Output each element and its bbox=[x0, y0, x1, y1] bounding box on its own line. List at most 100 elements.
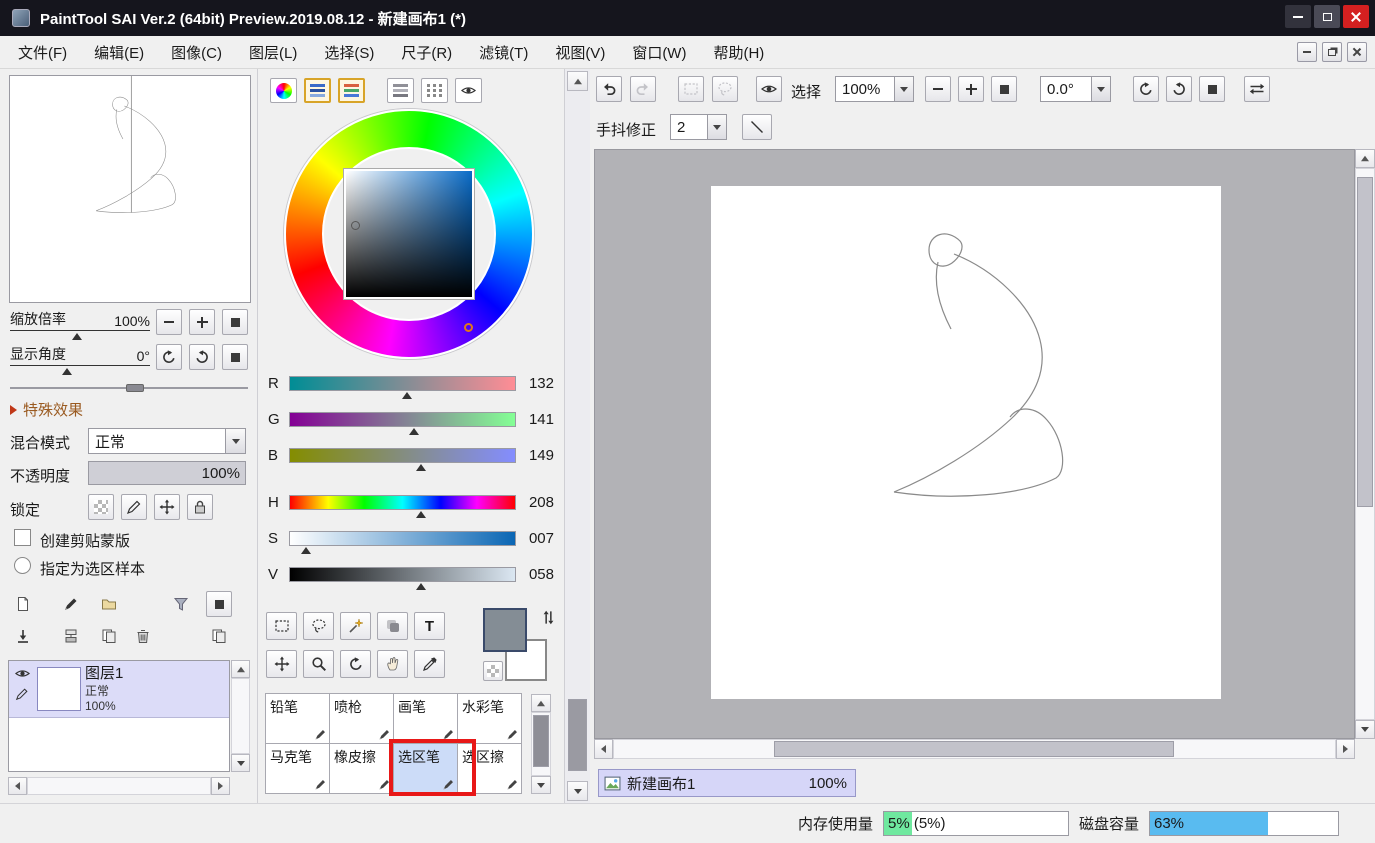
angle-slider-marker[interactable] bbox=[62, 368, 72, 375]
blend-mode-select[interactable]: 正常 bbox=[88, 428, 246, 454]
move-tool[interactable] bbox=[266, 650, 297, 678]
canvas-viewport[interactable] bbox=[594, 149, 1355, 739]
undo-button[interactable] bbox=[596, 76, 622, 102]
swap-colors-icon[interactable] bbox=[541, 610, 556, 625]
eyedropper-tool[interactable] bbox=[414, 650, 445, 678]
layer-list-scrollbar[interactable] bbox=[231, 678, 250, 754]
menu-window[interactable]: 窗口(W) bbox=[632, 42, 686, 63]
text-tool[interactable]: T bbox=[414, 612, 445, 640]
layer-mask-button[interactable] bbox=[168, 591, 194, 617]
canvas-scroll-left-button[interactable] bbox=[594, 739, 613, 759]
brush-watercolor[interactable]: 水彩笔 bbox=[457, 693, 522, 744]
navigator-rotate-cw-button[interactable] bbox=[189, 344, 215, 370]
navigator-zoom-reset-button[interactable] bbox=[222, 309, 248, 335]
canvas-tab[interactable]: 新建画布1 100% bbox=[598, 769, 856, 797]
layer-list-scroll-up-button[interactable] bbox=[231, 660, 250, 678]
navigator-angle-reset-button[interactable] bbox=[222, 344, 248, 370]
chevron-down-icon[interactable] bbox=[895, 76, 914, 102]
layer-list-scroll-right-button[interactable] bbox=[211, 777, 230, 795]
tab-rgb-sliders[interactable] bbox=[304, 78, 331, 103]
saturation-value-square[interactable] bbox=[344, 169, 474, 299]
canvas-zoom-in-button[interactable] bbox=[958, 76, 984, 102]
redo-button[interactable] bbox=[630, 76, 656, 102]
brush-marker[interactable]: 马克笔 bbox=[265, 743, 330, 794]
zoom-tool[interactable] bbox=[303, 650, 334, 678]
rotate-canvas-tool[interactable] bbox=[340, 650, 371, 678]
special-effects-section[interactable]: 特殊效果 bbox=[10, 399, 83, 420]
tab-hsv-sliders[interactable] bbox=[338, 78, 365, 103]
canvas-rotate-cw-button[interactable] bbox=[1166, 76, 1192, 102]
new-layer-folder-button[interactable] bbox=[96, 591, 122, 617]
menu-help[interactable]: 帮助(H) bbox=[713, 42, 764, 63]
stabilizer-combo[interactable]: 2 bbox=[670, 114, 727, 140]
tab-color-mixer[interactable] bbox=[387, 78, 414, 103]
canvas-zoom-reset-button[interactable] bbox=[991, 76, 1017, 102]
canvas-scroll-up-button[interactable] bbox=[1355, 149, 1375, 168]
tab-color-wheel[interactable] bbox=[270, 78, 297, 103]
menu-file[interactable]: 文件(F) bbox=[18, 42, 67, 63]
lock-pixels-button[interactable] bbox=[121, 494, 147, 520]
brush-paintbrush[interactable]: 画笔 bbox=[393, 693, 458, 744]
new-linework-layer-button[interactable] bbox=[58, 591, 84, 617]
g-slider[interactable] bbox=[289, 412, 516, 435]
layer-list-scroll-left-button[interactable] bbox=[8, 777, 27, 795]
brush-scroll-down-button[interactable] bbox=[531, 776, 551, 794]
layer-visibility-eye-icon[interactable] bbox=[15, 666, 30, 681]
delete-layer-button[interactable] bbox=[130, 623, 156, 649]
brush-scrollbar[interactable] bbox=[531, 712, 551, 776]
h-slider-marker[interactable] bbox=[415, 511, 426, 518]
line-tool-button[interactable] bbox=[742, 114, 772, 140]
panel-slider-handle[interactable] bbox=[126, 384, 144, 392]
color-wheel[interactable] bbox=[284, 109, 534, 359]
layer-list-scroll-down-button[interactable] bbox=[231, 754, 250, 772]
clipping-mask-checkbox[interactable] bbox=[14, 529, 31, 546]
sv-cursor[interactable] bbox=[351, 221, 360, 230]
menu-edit[interactable]: 编辑(E) bbox=[94, 42, 144, 63]
layer-thumbnail[interactable] bbox=[37, 667, 81, 711]
lock-opacity-button[interactable] bbox=[88, 494, 114, 520]
shape-tool[interactable] bbox=[377, 612, 408, 640]
menu-selection[interactable]: 选择(S) bbox=[324, 42, 374, 63]
hue-ring-cursor[interactable] bbox=[464, 323, 473, 332]
brush-eraser[interactable]: 橡皮擦 bbox=[329, 743, 394, 794]
opacity-slider[interactable]: 100% bbox=[88, 461, 246, 485]
menu-ruler[interactable]: 尺子(R) bbox=[401, 42, 452, 63]
v-slider-marker[interactable] bbox=[415, 583, 426, 590]
show-selection-button[interactable] bbox=[756, 76, 782, 102]
lock-all-button[interactable] bbox=[187, 494, 213, 520]
b-slider-marker[interactable] bbox=[415, 464, 426, 471]
canvas-hscroll-thumb[interactable] bbox=[774, 741, 1174, 757]
v-slider[interactable] bbox=[289, 567, 516, 590]
panel-scroll-down-button[interactable] bbox=[567, 781, 588, 801]
s-slider[interactable] bbox=[289, 531, 516, 554]
transfer-down-button[interactable] bbox=[10, 623, 36, 649]
chevron-down-icon[interactable] bbox=[1092, 76, 1111, 102]
lasso-tool[interactable] bbox=[303, 612, 334, 640]
menu-image[interactable]: 图像(C) bbox=[171, 42, 222, 63]
canvas-scroll-down-button[interactable] bbox=[1355, 720, 1375, 739]
canvas-zoom-combo[interactable]: 100% bbox=[835, 76, 914, 102]
r-slider[interactable] bbox=[289, 376, 516, 399]
chevron-down-icon[interactable] bbox=[225, 429, 245, 453]
duplicate-layer-button[interactable] bbox=[206, 623, 232, 649]
menu-filter[interactable]: 滤镜(T) bbox=[479, 42, 528, 63]
deselect-button[interactable] bbox=[678, 76, 704, 102]
clear-layer-button[interactable] bbox=[96, 623, 122, 649]
b-slider[interactable] bbox=[289, 448, 516, 471]
fill-layer-button[interactable] bbox=[206, 591, 232, 617]
g-slider-marker[interactable] bbox=[408, 428, 419, 435]
tab-scratchpad[interactable] bbox=[455, 78, 482, 103]
navigator-angle-control[interactable]: 显示角度 0° bbox=[10, 344, 150, 366]
navigator-zoom-out-button[interactable] bbox=[156, 309, 182, 335]
canvas-angle-reset-button[interactable] bbox=[1199, 76, 1225, 102]
canvas[interactable] bbox=[711, 186, 1221, 699]
window-minimize-button[interactable] bbox=[1285, 5, 1311, 28]
merge-down-button[interactable] bbox=[58, 623, 84, 649]
window-close-button[interactable] bbox=[1343, 5, 1369, 28]
s-slider-marker[interactable] bbox=[300, 547, 311, 554]
layer-list-hscrollbar[interactable] bbox=[27, 777, 211, 795]
flip-horizontal-button[interactable] bbox=[1244, 76, 1270, 102]
canvas-vscrollbar[interactable] bbox=[1355, 168, 1375, 720]
rect-select-tool[interactable] bbox=[266, 612, 297, 640]
zoom-slider-marker[interactable] bbox=[72, 333, 82, 340]
